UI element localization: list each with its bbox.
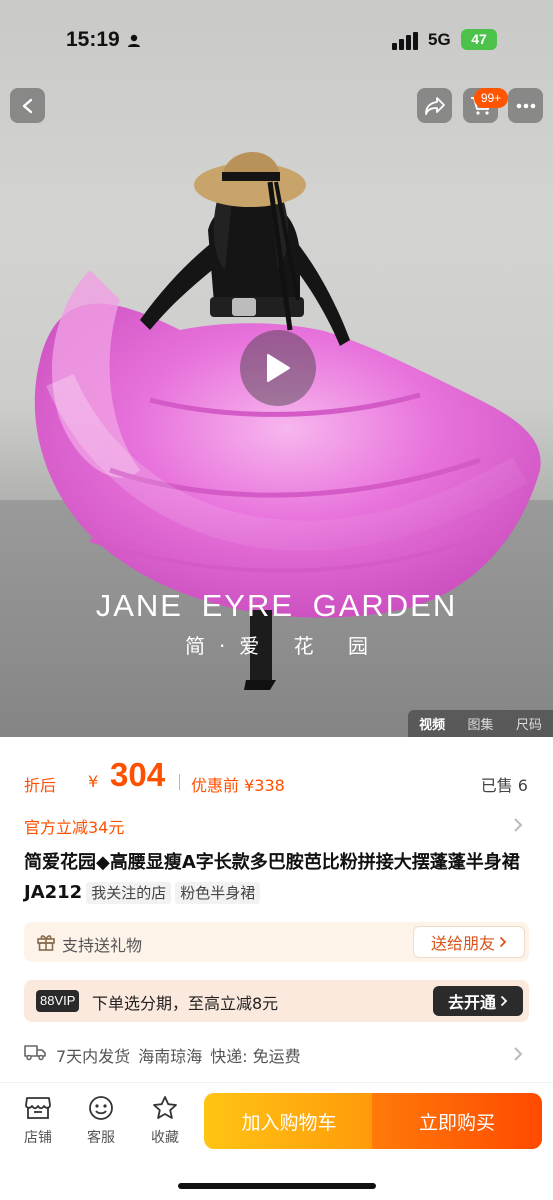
shipping-origin: 海南琼海 bbox=[138, 1047, 203, 1066]
chevron-right-icon bbox=[514, 818, 523, 832]
back-button[interactable] bbox=[10, 88, 45, 123]
status-bar: 15:19 5G 47 bbox=[0, 0, 553, 80]
more-icon bbox=[516, 103, 535, 108]
price-row: 折后 ¥ 304 优惠前 ¥338 已售 6 bbox=[24, 756, 534, 800]
shipping-fee: 快递: 免运费 bbox=[210, 1047, 301, 1066]
tab-size[interactable]: 尺码 bbox=[516, 714, 542, 733]
send-to-friend-button[interactable]: 送给朋友 bbox=[413, 926, 525, 958]
gift-row[interactable]: 支持送礼物 送给朋友 bbox=[24, 922, 529, 962]
cart-badge: 99+ bbox=[474, 88, 508, 108]
signal-icon bbox=[392, 32, 420, 54]
gift-icon bbox=[37, 935, 55, 951]
share-button[interactable] bbox=[417, 88, 452, 123]
person-icon bbox=[127, 33, 141, 52]
add-to-cart-button[interactable]: 加入购物车 bbox=[204, 1093, 374, 1149]
sold-count: 已售 6 bbox=[480, 776, 528, 795]
more-button[interactable] bbox=[508, 88, 543, 123]
tag-category[interactable]: 粉色半身裙 bbox=[175, 882, 261, 904]
vip-row[interactable]: 88VIP 下单选分期，至高立减8元 去开通 bbox=[24, 980, 529, 1022]
chevron-right-icon bbox=[499, 936, 507, 948]
discount-row[interactable]: 官方立减34元 bbox=[24, 810, 529, 840]
shipping-row[interactable]: 7天内发货 海南琼海 快递: 免运费 bbox=[24, 1040, 529, 1068]
shipping-time: 7天内发货 bbox=[56, 1047, 131, 1066]
truck-icon bbox=[24, 1045, 46, 1061]
activate-vip-label: 去开通 bbox=[447, 993, 496, 1012]
buy-now-button[interactable]: 立即购买 bbox=[372, 1093, 542, 1149]
nav-store[interactable]: 店铺 bbox=[16, 1095, 60, 1147]
send-to-friend-label: 送给朋友 bbox=[430, 934, 495, 953]
gift-text: 支持送礼物 bbox=[62, 936, 143, 955]
nav-customer-service-label: 客服 bbox=[87, 1130, 115, 1146]
star-icon bbox=[153, 1096, 177, 1119]
discount-text: 官方立减34元 bbox=[24, 818, 125, 837]
battery-indicator: 47 bbox=[461, 29, 497, 50]
price-divider bbox=[179, 774, 180, 790]
price-value: 304 bbox=[110, 756, 166, 793]
tab-video[interactable]: 视频 bbox=[419, 714, 445, 733]
shipping-info: 7天内发货 海南琼海 快递: 免运费 bbox=[56, 1043, 309, 1067]
chevron-right-icon bbox=[500, 995, 508, 1007]
media-tabs: 视频 图集 尺码 bbox=[408, 710, 553, 737]
tag-followed-shop[interactable]: 我关注的店 bbox=[86, 882, 172, 904]
product-title: 简爱花园◆高腰显瘦A字长款多巴胺芭比粉拼接大摆蓬蓬半身裙 JA212 我关注的店粉… bbox=[24, 848, 529, 908]
brand-name-en: JANE EYRE GARDEN bbox=[95, 588, 458, 623]
status-time: 15:19 bbox=[66, 28, 120, 51]
nav-favorite[interactable]: 收藏 bbox=[143, 1095, 187, 1147]
customer-service-icon bbox=[89, 1096, 113, 1120]
currency-symbol: ¥ bbox=[88, 772, 99, 791]
original-price: 优惠前 ¥338 bbox=[191, 776, 285, 795]
product-media[interactable]: 15:19 5G 47 99+ JANE EYRE GARDEN 简·爱 花 园 bbox=[0, 0, 553, 737]
vip-text: 下单选分期，至高立减8元 bbox=[92, 994, 279, 1013]
home-indicator[interactable] bbox=[178, 1183, 376, 1189]
brand-name-cn: 简·爱 花 园 bbox=[184, 634, 383, 658]
activate-vip-button[interactable]: 去开通 bbox=[433, 986, 523, 1016]
nav-store-label: 店铺 bbox=[24, 1130, 52, 1146]
network-type: 5G bbox=[428, 30, 451, 49]
play-icon bbox=[267, 354, 290, 382]
price-label: 折后 bbox=[24, 776, 57, 795]
chevron-right-icon bbox=[514, 1047, 523, 1061]
nav-favorite-label: 收藏 bbox=[151, 1130, 179, 1146]
tab-gallery[interactable]: 图集 bbox=[467, 714, 493, 733]
nav-customer-service[interactable]: 客服 bbox=[79, 1095, 123, 1147]
chevron-left-icon bbox=[22, 98, 32, 113]
share-icon bbox=[424, 96, 445, 115]
store-icon bbox=[25, 1097, 51, 1119]
vip-badge: 88VIP bbox=[36, 990, 80, 1012]
play-video-button[interactable] bbox=[240, 330, 316, 406]
